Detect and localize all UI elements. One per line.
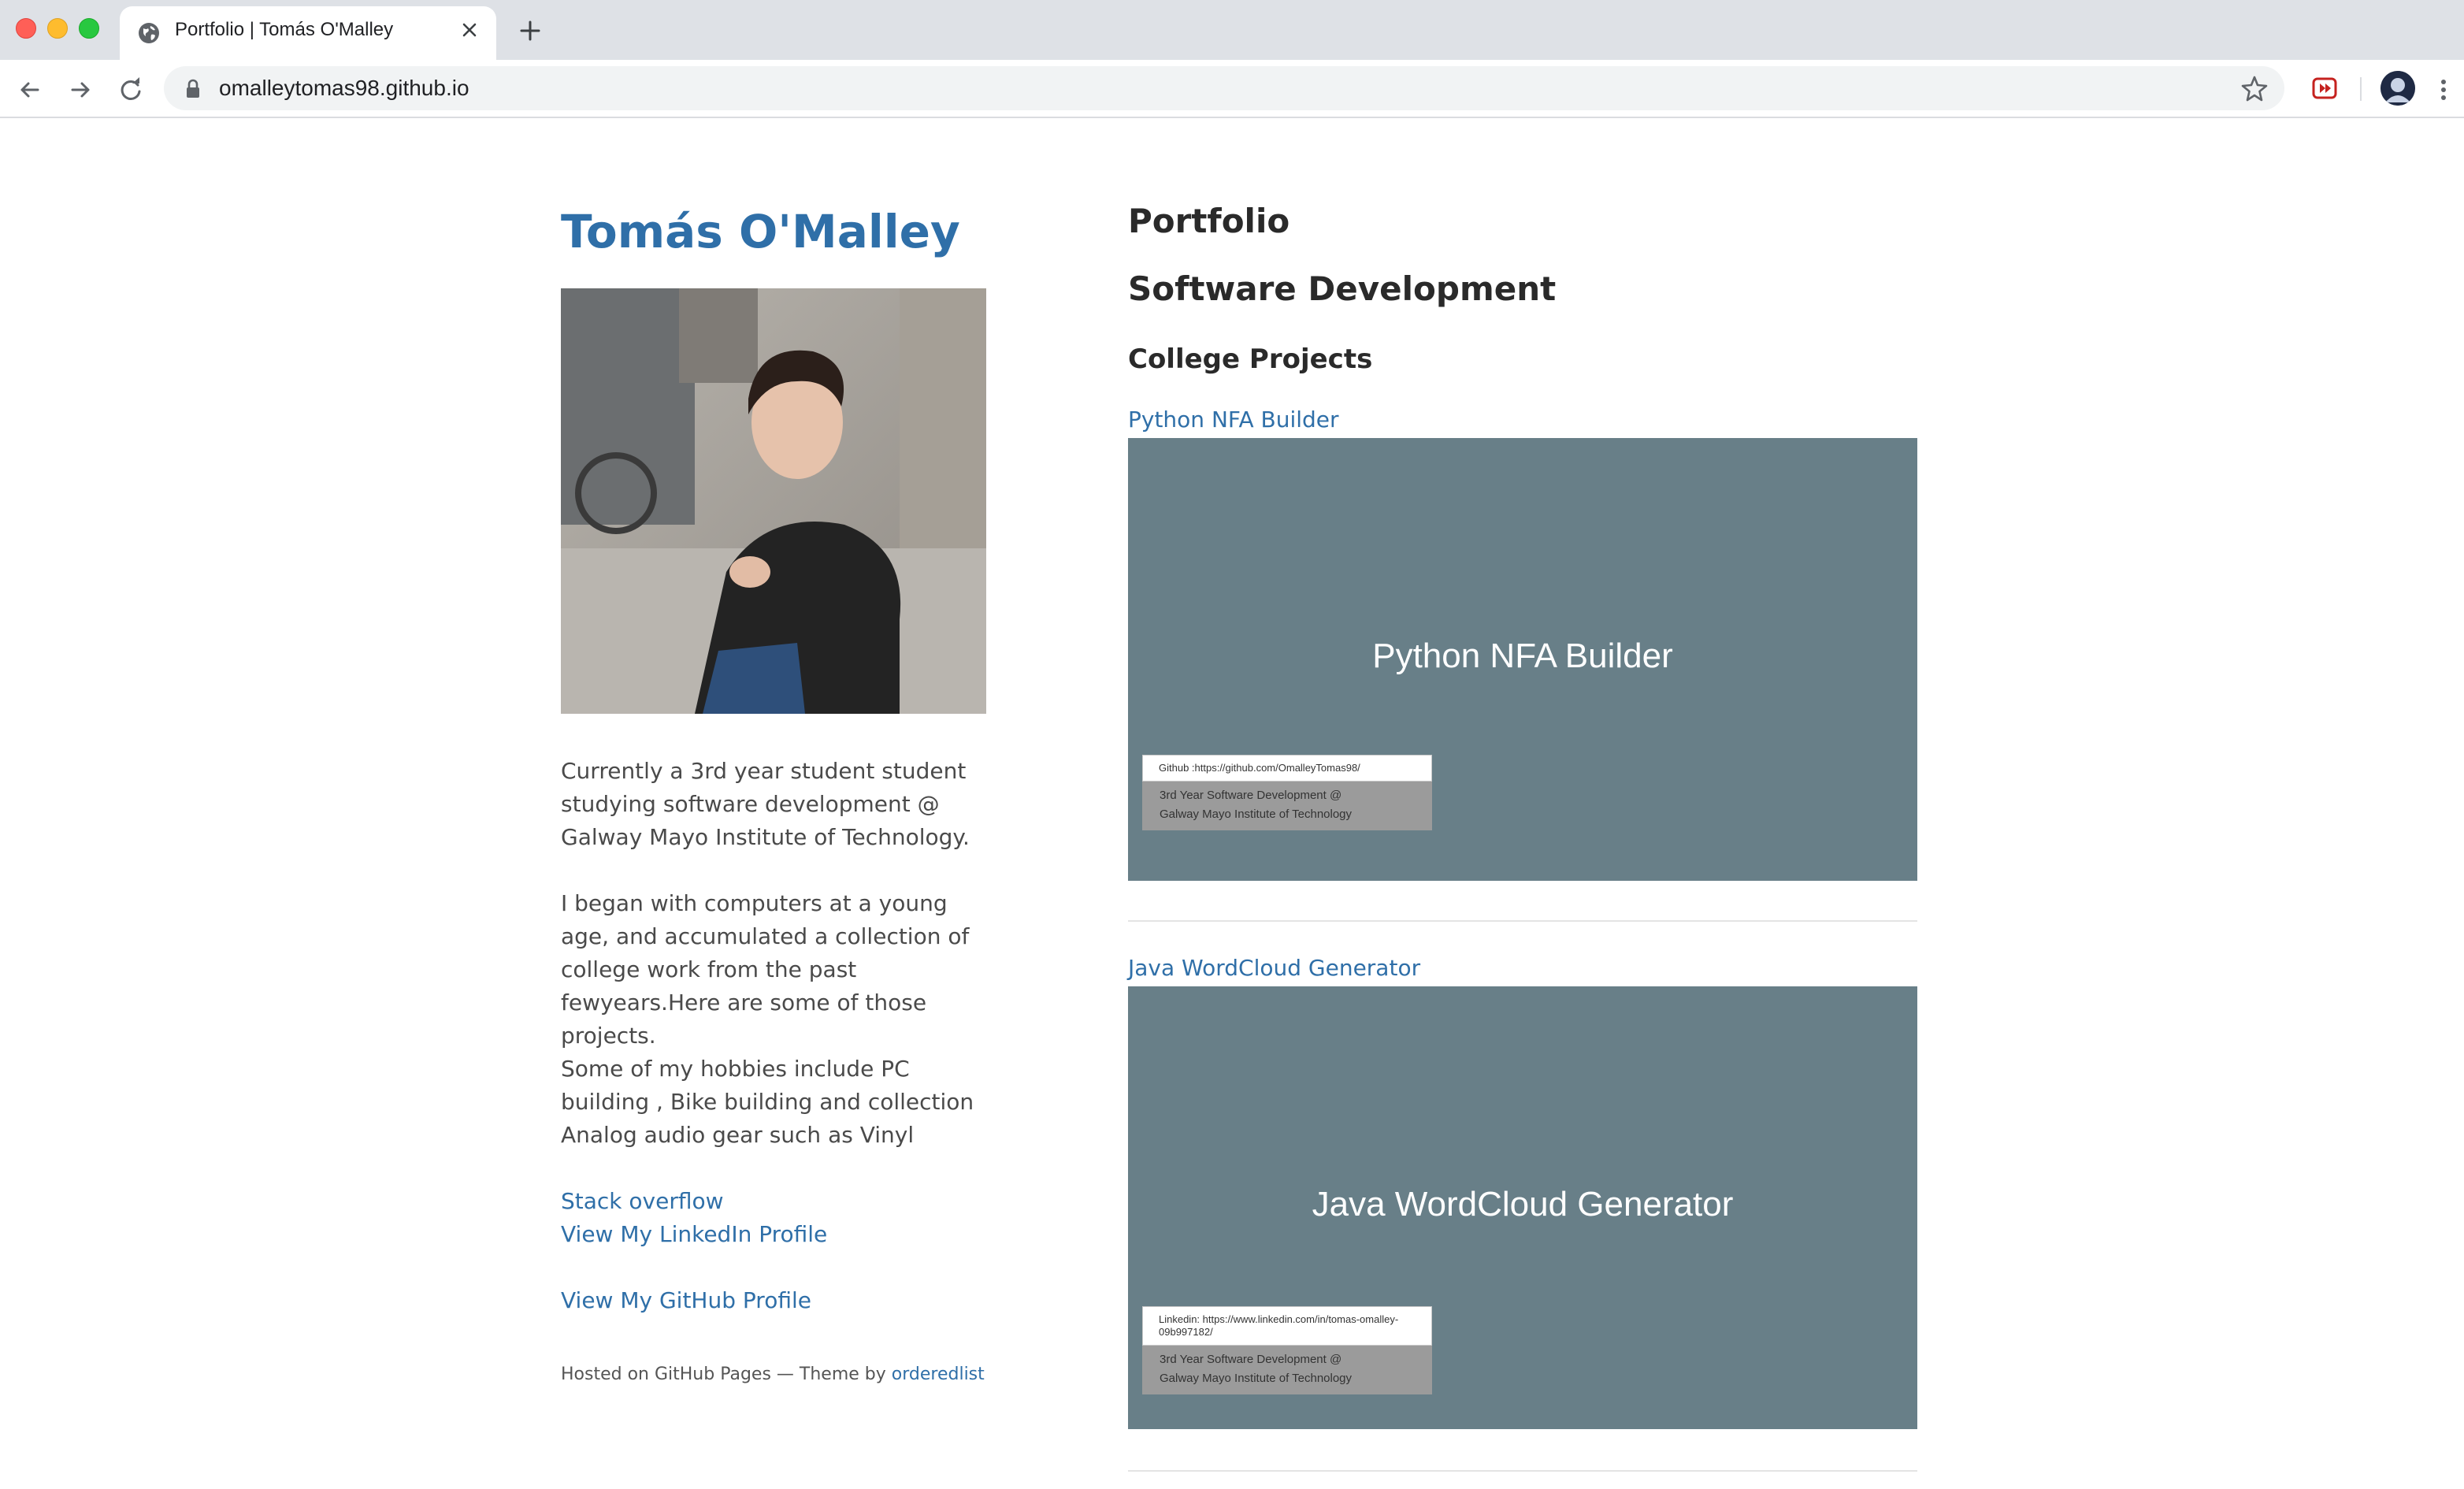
project-card-tag-url: Linkedin: https://www.linkedin.com/in/to… — [1142, 1306, 1432, 1346]
more-menu-icon[interactable] — [2434, 74, 2453, 106]
stackoverflow-link[interactable]: Stack overflow — [561, 1188, 724, 1214]
browser-tab[interactable]: Portfolio | Tomás O'Malley — [120, 6, 496, 60]
footer-text: Hosted on GitHub Pages — Theme by — [561, 1365, 886, 1384]
divider — [1128, 1470, 1917, 1472]
bio-paragraph: Some of my hobbies include PC building ,… — [561, 1056, 974, 1148]
project-card-tag-body: 3rd Year Software Development @ Galway M… — [1142, 782, 1432, 830]
page-heading: Portfolio — [1128, 202, 1290, 240]
footer: Hosted on GitHub Pages — Theme by ordere… — [561, 1365, 985, 1384]
lock-icon — [187, 79, 199, 98]
subsection-heading: College Projects — [1128, 343, 1373, 375]
toolbar-separator — [2360, 77, 2362, 101]
linkedin-link[interactable]: View My LinkedIn Profile — [561, 1221, 827, 1247]
github-link[interactable]: View My GitHub Profile — [561, 1287, 811, 1313]
section-heading: Software Development — [1128, 269, 1557, 308]
project-link-java-wordcloud[interactable]: Java WordCloud Generator — [1128, 955, 1420, 981]
divider — [1128, 920, 1917, 922]
project-card-title: Java WordCloud Generator — [1312, 1185, 1734, 1224]
window-minimize-button[interactable] — [47, 18, 68, 39]
bio-paragraph: Currently a 3rd year student student stu… — [561, 758, 970, 850]
bookmark-star-icon[interactable] — [2240, 74, 2269, 102]
project-card-python-nfa[interactable]: Python NFA Builder Github :https://githu… — [1128, 438, 1917, 881]
project-card-tag-line: Galway Mayo Institute of Technology — [1160, 1372, 1353, 1385]
window-zoom-button[interactable] — [79, 18, 99, 39]
project-card-tag-line: 3rd Year Software Development @ — [1160, 789, 1342, 802]
address-bar[interactable]: omalleytomas98.github.io — [164, 66, 2284, 110]
close-tab-icon[interactable] — [457, 17, 482, 43]
browser-tab-bar: Portfolio | Tomás O'Malley — [0, 0, 2464, 60]
browser-toolbar: omalleytomas98.github.io — [0, 60, 2464, 118]
project-card-tag-body: 3rd Year Software Development @ Galway M… — [1142, 1346, 1432, 1394]
tab-title: Portfolio | Tomás O'Malley — [175, 19, 394, 40]
globe-icon — [139, 23, 159, 43]
bio-paragraph: I began with computers at a young age, a… — [561, 890, 970, 1049]
window-close-button[interactable] — [16, 18, 36, 39]
url-text: omalleytomas98.github.io — [219, 76, 469, 100]
profile-avatar[interactable] — [2381, 71, 2415, 106]
project-card-tag: Github :https://github.com/OmalleyTomas9… — [1142, 755, 1432, 830]
project-card-title: Python NFA Builder — [1372, 637, 1673, 675]
back-arrow-icon[interactable] — [14, 74, 46, 106]
project-card-tag: Linkedin: https://www.linkedin.com/in/to… — [1142, 1306, 1432, 1394]
project-card-tag-line: 3rd Year Software Development @ — [1160, 1353, 1342, 1366]
project-link-python-nfa[interactable]: Python NFA Builder — [1128, 407, 1339, 433]
project-card-tag-line: Galway Mayo Institute of Technology — [1160, 808, 1353, 821]
theme-author-link[interactable]: orderedlist — [892, 1365, 985, 1384]
project-card-tag-url: Github :https://github.com/OmalleyTomas9… — [1142, 755, 1432, 782]
extension-icon[interactable] — [2311, 75, 2338, 102]
new-tab-icon[interactable] — [517, 17, 544, 44]
forward-arrow-icon[interactable] — [65, 74, 96, 106]
reload-icon[interactable] — [115, 74, 147, 106]
profile-photo — [561, 288, 986, 714]
project-card-java-wordcloud[interactable]: Java WordCloud Generator Linkedin: https… — [1128, 986, 1917, 1429]
site-title[interactable]: Tomás O'Malley — [561, 205, 960, 258]
